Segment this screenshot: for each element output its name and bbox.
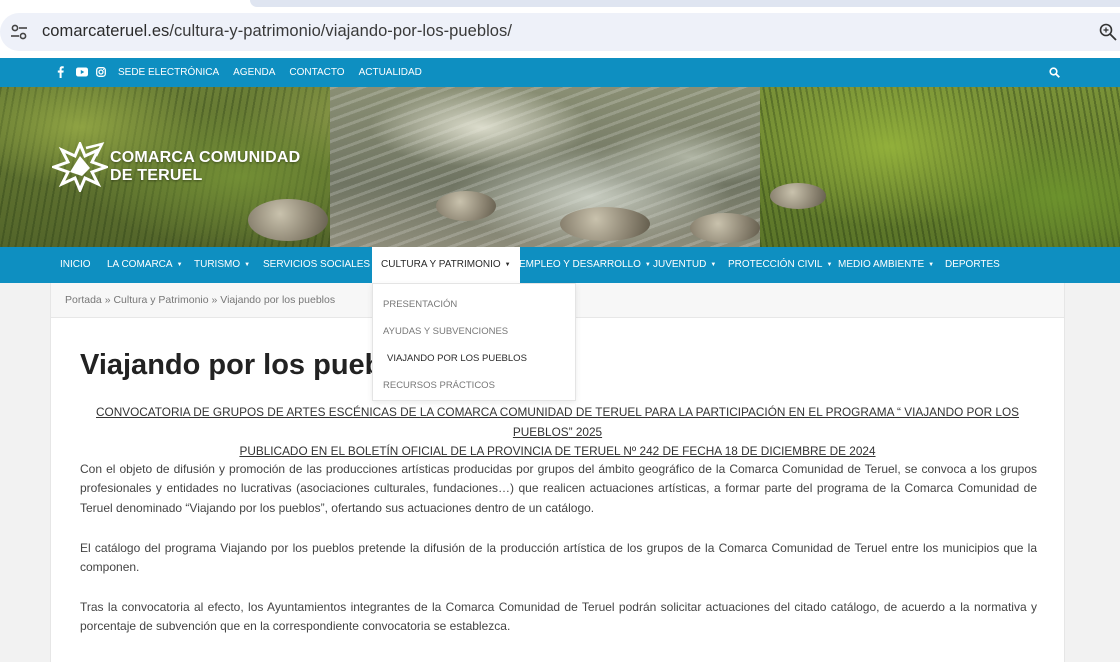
nav-label: CULTURA Y PATRIMONIO bbox=[381, 259, 501, 270]
caret-down-icon: ▼ bbox=[504, 262, 511, 268]
browser-chrome: comarcateruel.es/cultura-y-patrimonio/vi… bbox=[0, 0, 1120, 58]
nav-medio-ambiente[interactable]: MEDIO AMBIENTE ▼ bbox=[838, 247, 934, 283]
nav-label: EMPLEO Y DESARROLLO bbox=[519, 259, 641, 270]
toplink-actualidad[interactable]: ACTUALIDAD bbox=[359, 67, 422, 78]
nav-label: DEPORTES bbox=[945, 259, 1000, 270]
convocatoria-line-2: PUBLICADO EN EL BOLETÍN OFICIAL DE LA PR… bbox=[239, 444, 876, 458]
banner-grass-right bbox=[760, 87, 1120, 247]
nav-turismo[interactable]: TURISMO ▼ bbox=[194, 247, 250, 283]
nav-label: INICIO bbox=[60, 259, 91, 270]
logo-line-1: COMARCA COMUNIDAD bbox=[110, 149, 301, 166]
nav-label: TURISMO bbox=[194, 259, 241, 270]
toplink-contacto[interactable]: CONTACTO bbox=[289, 67, 344, 78]
nav-juventud[interactable]: JUVENTUD ▼ bbox=[653, 247, 716, 283]
facebook-icon[interactable] bbox=[57, 66, 64, 78]
main-nav: INICIO LA COMARCA ▼ TURISMO ▼ SERVICIOS SO… bbox=[0, 247, 1120, 283]
banner-rock bbox=[248, 199, 328, 241]
nav-proteccion-civil[interactable]: PROTECCIÓN CIVIL ▼ bbox=[728, 247, 832, 283]
caret-down-icon: ▼ bbox=[710, 262, 717, 268]
nav-cultura-y-patrimonio[interactable]: CULTURA Y PATRIMONIO ▼ bbox=[372, 247, 520, 283]
url-domain: comarcateruel.es bbox=[42, 22, 170, 40]
caret-down-icon: ▼ bbox=[644, 262, 651, 268]
youtube-icon[interactable] bbox=[76, 66, 88, 78]
zoom-icon[interactable] bbox=[1099, 23, 1117, 41]
address-bar[interactable]: comarcateruel.es/cultura-y-patrimonio/vi… bbox=[0, 13, 1120, 51]
comarca-logo-icon bbox=[52, 142, 108, 192]
breadcrumb-home[interactable]: Portada bbox=[65, 294, 102, 306]
toplink-agenda[interactable]: AGENDA bbox=[233, 67, 275, 78]
breadcrumb-section[interactable]: Cultura y Patrimonio bbox=[113, 294, 208, 306]
caret-down-icon: ▼ bbox=[244, 262, 251, 268]
url-path: /cultura-y-patrimonio/viajando-por-los-p… bbox=[169, 22, 512, 40]
convocatoria-line-1: CONVOCATORIA DE GRUPOS DE ARTES ESCÉNICA… bbox=[96, 405, 1019, 439]
paragraph: Con el objeto de difusión y promoción de… bbox=[80, 462, 1037, 515]
url-text[interactable]: comarcateruel.es/cultura-y-patrimonio/vi… bbox=[42, 22, 512, 41]
nav-label: SERVICIOS SOCIALES bbox=[263, 259, 371, 270]
site-settings-icon[interactable] bbox=[10, 24, 28, 40]
toplink-sede-electronica[interactable]: SEDE ELECTRÓNICA bbox=[118, 67, 219, 78]
site-logo[interactable]: COMARCA COMUNIDAD DE TERUEL bbox=[52, 142, 300, 192]
nav-deportes[interactable]: DEPORTES bbox=[945, 247, 1000, 283]
paragraph: El catálogo del programa Viajando por lo… bbox=[80, 541, 1037, 575]
submenu-ayudas-y-subvenciones[interactable]: AYUDAS Y SUBVENCIONES bbox=[383, 326, 508, 337]
submenu-presentacion[interactable]: PRESENTACIÓN bbox=[383, 299, 457, 310]
cultura-submenu: PRESENTACIÓN AYUDAS Y SUBVENCIONES VIAJA… bbox=[372, 283, 576, 401]
caret-down-icon: ▼ bbox=[176, 262, 183, 268]
logo-text: COMARCA COMUNIDAD DE TERUEL bbox=[110, 149, 300, 185]
submenu-recursos-practicos[interactable]: RECURSOS PRÁCTICOS bbox=[383, 380, 495, 391]
header-banner: COMARCA COMUNIDAD DE TERUEL bbox=[0, 87, 1120, 247]
nav-label: LA COMARCA bbox=[107, 259, 173, 270]
submenu-viajando-por-los-pueblos[interactable]: VIAJANDO POR LOS PUEBLOS bbox=[387, 353, 527, 364]
paragraph: Tras la convocatoria al efecto, los Ayun… bbox=[80, 600, 1037, 634]
breadcrumb-separator: » bbox=[101, 294, 114, 306]
nav-inicio[interactable]: INICIO bbox=[60, 247, 91, 283]
banner-rock bbox=[436, 191, 496, 221]
caret-down-icon: ▼ bbox=[928, 262, 935, 268]
banner-rock bbox=[560, 207, 650, 241]
caret-down-icon: ▼ bbox=[826, 262, 833, 268]
convocatoria-title[interactable]: CONVOCATORIA DE GRUPOS DE ARTES ESCÉNICA… bbox=[80, 403, 1035, 462]
breadcrumb-separator: » bbox=[208, 294, 221, 306]
banner-rock bbox=[770, 183, 826, 209]
nav-servicios-sociales[interactable]: SERVICIOS SOCIALES▼ bbox=[263, 247, 380, 283]
browser-tab-strip bbox=[250, 0, 1120, 7]
banner-rock bbox=[690, 213, 760, 243]
nav-empleo-y-desarrollo[interactable]: EMPLEO Y DESARROLLO ▼ bbox=[519, 247, 651, 283]
logo-line-2: DE TERUEL bbox=[110, 167, 203, 184]
top-links: SEDE ELECTRÓNICA AGENDA CONTACTO ACTUALI… bbox=[118, 58, 436, 87]
top-utility-bar: SEDE ELECTRÓNICA AGENDA CONTACTO ACTUALI… bbox=[0, 58, 1120, 87]
nav-la-comarca[interactable]: LA COMARCA ▼ bbox=[107, 247, 183, 283]
nav-label: MEDIO AMBIENTE bbox=[838, 259, 925, 270]
nav-label: PROTECCIÓN CIVIL bbox=[728, 259, 823, 270]
breadcrumb-current: Viajando por los pueblos bbox=[220, 294, 336, 306]
instagram-icon[interactable] bbox=[96, 66, 106, 78]
search-icon[interactable] bbox=[1049, 67, 1060, 78]
nav-label: JUVENTUD bbox=[653, 259, 707, 270]
